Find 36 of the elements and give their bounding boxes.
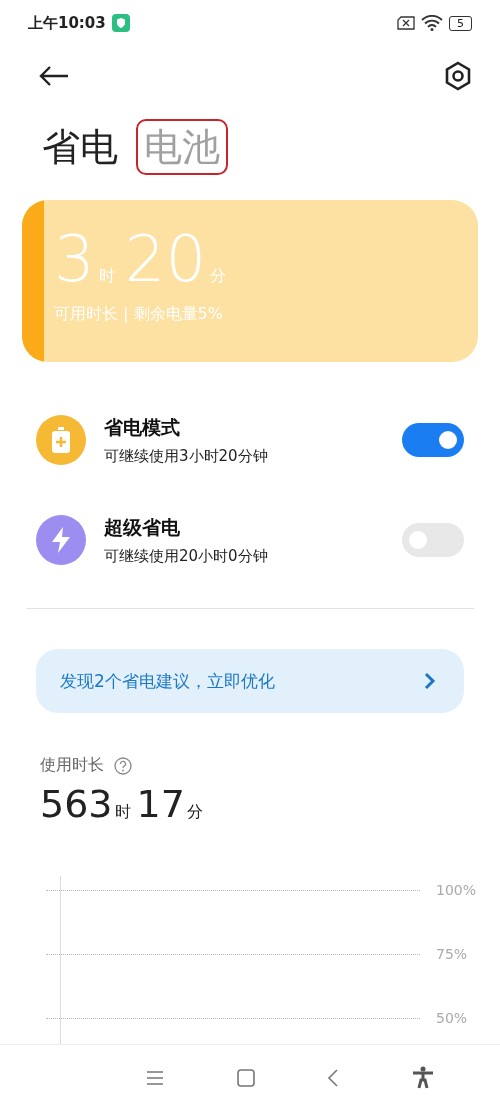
mode-title: 超级省电: [104, 514, 181, 540]
battery-indicator: 5: [449, 15, 472, 31]
usage-hours: 563: [40, 781, 113, 828]
back-button[interactable]: [38, 65, 70, 87]
suggestion-banner[interactable]: 发现2个省电建议，立即优化: [36, 649, 464, 713]
axis-tick-label: 50%: [436, 1010, 469, 1026]
status-time: 上午10:03: [28, 13, 106, 33]
battery-plus-icon: [51, 427, 71, 453]
help-icon[interactable]: [114, 756, 132, 775]
usage-minutes-unit: 分: [186, 802, 203, 823]
tab[interactable]: 省电: [34, 119, 126, 175]
usage-label: 使用时长: [40, 755, 104, 776]
mode-subtitle: 可继续使用20小时0分钟: [104, 546, 269, 566]
lightning-icon: [50, 527, 72, 553]
menu-icon[interactable]: [146, 1070, 165, 1086]
home-icon[interactable]: [236, 1069, 255, 1087]
settings-button[interactable]: [444, 61, 472, 91]
toggle-switch[interactable]: [402, 423, 464, 457]
back-icon[interactable]: [327, 1068, 340, 1088]
sim-off-icon: [397, 16, 415, 30]
axis-tick-label: 75%: [436, 946, 469, 962]
shield-icon: [111, 14, 130, 32]
chevron-right-icon: [424, 672, 436, 690]
minutes-unit: 分: [210, 266, 227, 287]
mode-title: 省电模式: [104, 414, 181, 440]
accessibility-icon[interactable]: [411, 1066, 434, 1090]
wifi-icon: [421, 15, 443, 31]
hours-unit: 时: [98, 266, 115, 287]
mode-subtitle: 可继续使用3小时20分钟: [104, 446, 269, 466]
axis-tick-label: 100%: [436, 882, 476, 898]
hours-value: 3: [54, 224, 95, 294]
usage-hours-unit: 时: [114, 802, 131, 823]
summary-caption: 可用时长 | 剩余电量5%: [54, 304, 224, 325]
usage-minutes: 17: [136, 781, 185, 828]
minutes-value: 20: [124, 224, 207, 294]
tab[interactable]: 电池: [136, 119, 228, 175]
